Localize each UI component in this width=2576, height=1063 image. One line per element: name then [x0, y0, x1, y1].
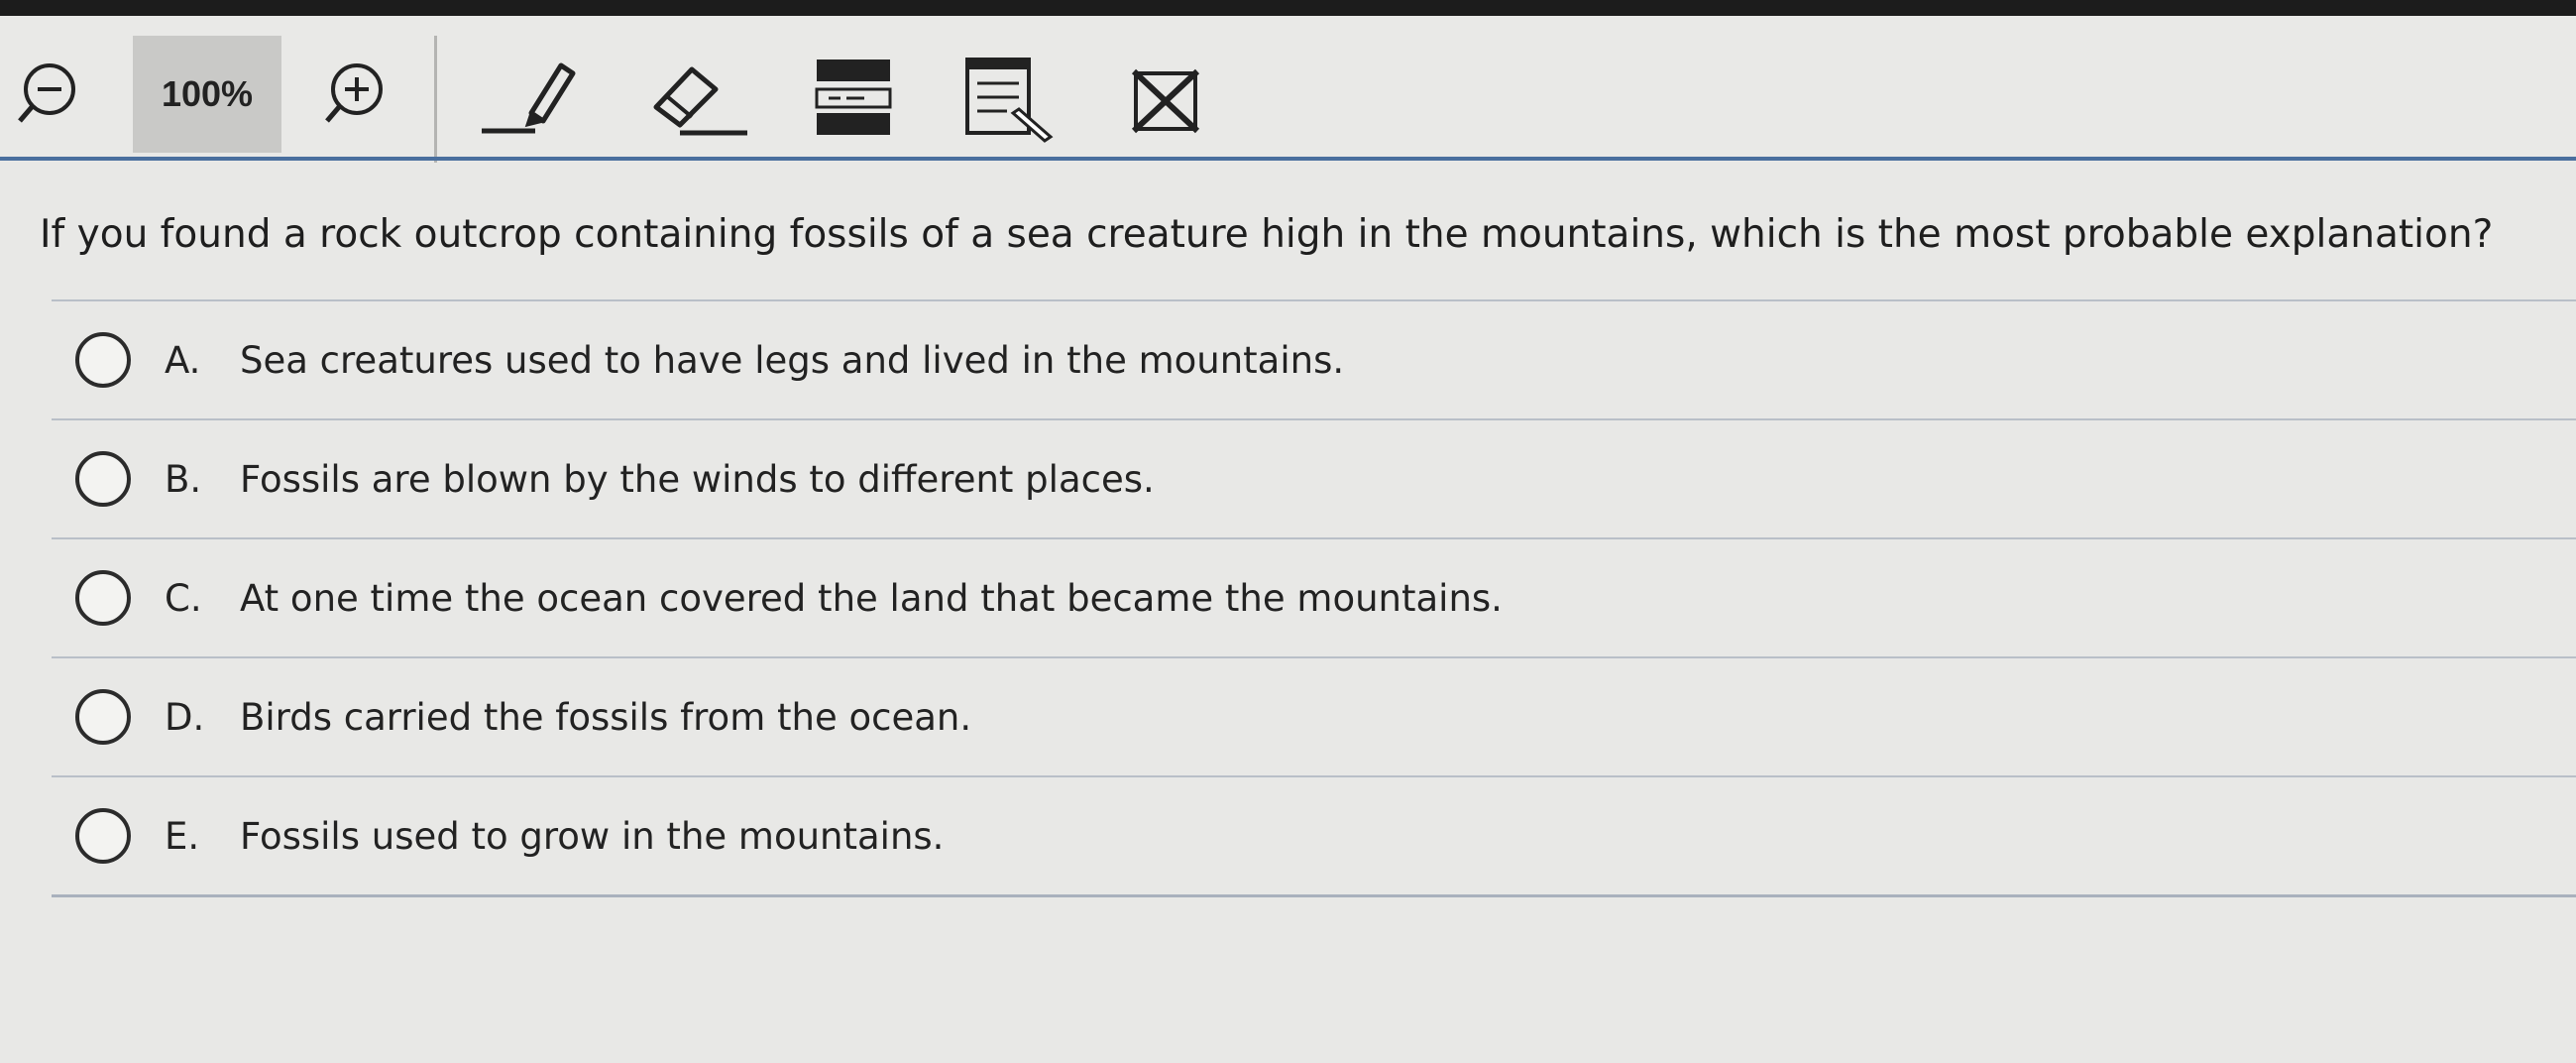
toolbar-divider: [0, 157, 2576, 161]
radio-button[interactable]: [75, 332, 131, 388]
choice-text: Fossils are blown by the winds to differ…: [240, 457, 1155, 501]
radio-button[interactable]: [75, 808, 131, 864]
choice-letter: E.: [165, 814, 200, 858]
question-text: If you found a rock outcrop containing f…: [40, 212, 2494, 257]
zoom-out-icon[interactable]: [12, 59, 81, 129]
choice-d[interactable]: D. Birds carried the fossils from the oc…: [52, 656, 2576, 775]
zoom-level-display: 100%: [133, 36, 281, 153]
toolbar-separator: [434, 36, 437, 163]
choice-a[interactable]: A. Sea creatures used to have legs and l…: [52, 299, 2576, 418]
choice-letter: A.: [165, 338, 201, 382]
choice-c[interactable]: C. At one time the ocean covered the lan…: [52, 537, 2576, 656]
choice-text: Sea creatures used to have legs and live…: [240, 338, 1345, 382]
choice-text: At one time the ocean covered the land t…: [240, 576, 1503, 620]
choice-text: Birds carried the fossils from the ocean…: [240, 695, 972, 739]
radio-button[interactable]: [75, 689, 131, 745]
highlighter-icon[interactable]: [474, 56, 583, 141]
choice-e[interactable]: E. Fossils used to grow in the mountains…: [52, 775, 2576, 897]
radio-button[interactable]: [75, 570, 131, 626]
line-reader-icon[interactable]: [815, 56, 892, 139]
zoom-in-icon[interactable]: [319, 59, 389, 129]
choice-b[interactable]: B. Fossils are blown by the winds to dif…: [52, 418, 2576, 537]
answer-choices: A. Sea creatures used to have legs and l…: [52, 299, 2576, 897]
choice-letter: D.: [165, 695, 205, 739]
answer-eliminator-icon[interactable]: [1130, 65, 1201, 137]
notepad-icon[interactable]: [963, 54, 1057, 149]
radio-button[interactable]: [75, 451, 131, 507]
eraser-icon[interactable]: [642, 59, 751, 141]
screen-bezel: [0, 0, 2576, 16]
choice-letter: B.: [165, 457, 202, 501]
choice-letter: C.: [165, 576, 202, 620]
choice-text: Fossils used to grow in the mountains.: [240, 814, 945, 858]
toolbar: 100%: [0, 16, 2576, 163]
